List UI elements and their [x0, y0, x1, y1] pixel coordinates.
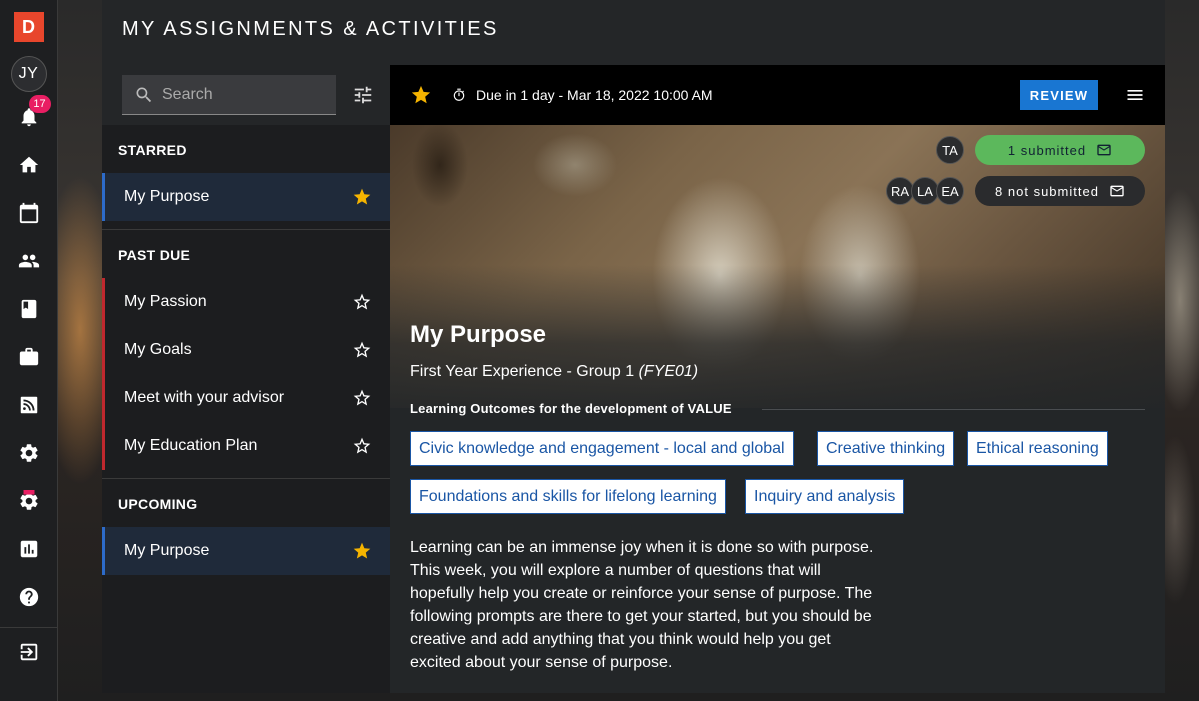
list-item-my-passion[interactable]: My Passion: [102, 278, 390, 326]
feed-button[interactable]: [0, 381, 58, 429]
assignment-list: STARRED My Purpose PAST DUE My Passion M…: [102, 65, 390, 693]
course-name: First Year Experience - Group 1 (FYE01): [410, 363, 698, 381]
search-row: [102, 65, 390, 125]
beta-settings-button[interactable]: [0, 477, 58, 525]
outcome-tag[interactable]: Ethical reasoning: [967, 431, 1108, 466]
notification-badge: 17: [28, 95, 51, 113]
calendar-icon: [19, 202, 38, 224]
star-outline-icon[interactable]: [352, 388, 372, 408]
not-submitted-label: 8 not submitted: [995, 183, 1099, 199]
assignment-description: Learning can be an immense joy when it i…: [410, 539, 874, 671]
star-filled-icon[interactable]: [352, 187, 372, 207]
not-submitted-avatar[interactable]: LA: [911, 177, 939, 205]
due-date: Due in 1 day - Mar 18, 2022 10:00 AM: [476, 87, 713, 103]
app-logo[interactable]: D: [13, 12, 44, 42]
review-button[interactable]: REVIEW: [1020, 80, 1098, 110]
home-button[interactable]: [0, 141, 58, 189]
help-icon: [19, 587, 38, 607]
search-input[interactable]: [162, 85, 322, 104]
beta-settings-icon: [19, 490, 38, 510]
mail-icon: [1097, 144, 1111, 156]
menu-button[interactable]: [1124, 85, 1146, 105]
outcome-tag[interactable]: Inquiry and analysis: [745, 479, 905, 514]
star-filled-icon[interactable]: [352, 541, 372, 561]
heading-divider: [762, 409, 1145, 410]
submitted-label: 1 submitted: [1007, 142, 1087, 158]
section-past-due-heading: PAST DUE: [118, 247, 191, 263]
search-icon: [136, 87, 152, 102]
submitted-avatar[interactable]: TA: [936, 136, 964, 164]
people-button[interactable]: [0, 237, 58, 285]
outcome-tag[interactable]: Creative thinking: [817, 431, 955, 466]
outcome-tag[interactable]: Foundations and skills for lifelong lear…: [410, 479, 726, 514]
chart-icon: [20, 540, 37, 558]
list-item-label: My Purpose: [124, 188, 210, 205]
not-submitted-avatar[interactable]: EA: [936, 177, 964, 205]
timer-icon: [452, 88, 466, 102]
detail-toolbar: Due in 1 day - Mar 18, 2022 10:00 AM REV…: [390, 65, 1165, 125]
help-button[interactable]: [0, 573, 58, 621]
star-outline-icon[interactable]: [352, 292, 372, 312]
portfolio-button[interactable]: [0, 333, 58, 381]
star-outline-icon[interactable]: [352, 340, 372, 360]
filter-button[interactable]: [352, 84, 376, 108]
logout-icon: [20, 643, 37, 661]
section-upcoming-heading: UPCOMING: [118, 496, 198, 512]
courses-button[interactable]: [0, 285, 58, 333]
logout-button[interactable]: [0, 628, 58, 676]
list-item-label: My Goals: [124, 341, 192, 358]
not-submitted-pill[interactable]: 8 not submitted: [975, 176, 1145, 206]
list-item-label: My Passion: [124, 293, 207, 310]
user-avatar[interactable]: JY: [10, 56, 47, 92]
reports-button[interactable]: [0, 525, 58, 573]
list-item-label: Meet with your advisor: [124, 389, 285, 406]
settings-icon: [19, 444, 38, 462]
filter-sliders-icon: [354, 86, 372, 104]
home-icon: [19, 156, 38, 173]
outcome-tag[interactable]: Civic knowledge and engagement - local a…: [410, 431, 794, 466]
list-item-label: My Education Plan: [124, 437, 258, 454]
search-field[interactable]: [122, 75, 336, 115]
calendar-button[interactable]: [0, 189, 58, 237]
list-item-my-goals[interactable]: My Goals: [102, 326, 390, 374]
mail-icon: [1110, 185, 1124, 197]
page-title: MY ASSIGNMENTS & ACTIVITIES: [122, 18, 499, 40]
book-icon: [21, 299, 36, 319]
list-item-upcoming-my-purpose[interactable]: My Purpose: [102, 527, 390, 575]
section-starred-heading: STARRED: [118, 142, 187, 158]
star-outline-icon[interactable]: [352, 436, 372, 456]
not-submitted-avatar[interactable]: RA: [886, 177, 914, 205]
main-panel: MY ASSIGNMENTS & ACTIVITIES STARRED My P…: [102, 0, 1165, 693]
feed-icon: [20, 396, 37, 414]
course-title: First Year Experience - Group 1: [410, 363, 635, 380]
list-item-label: My Purpose: [124, 542, 210, 559]
course-code: (FYE01): [638, 363, 699, 380]
people-icon: [18, 254, 39, 268]
briefcase-icon: [19, 347, 38, 366]
assignment-detail: Due in 1 day - Mar 18, 2022 10:00 AM REV…: [390, 65, 1165, 693]
settings-button[interactable]: [0, 429, 58, 477]
app-rail: D JY 17: [0, 0, 58, 701]
assignment-title: My Purpose: [410, 321, 547, 348]
star-filled-icon[interactable]: [410, 84, 432, 111]
list-item-meet-with-advisor[interactable]: Meet with your advisor: [102, 374, 390, 422]
hamburger-menu-icon: [1127, 90, 1143, 100]
list-item-my-education-plan[interactable]: My Education Plan: [102, 422, 390, 470]
list-item-starred-my-purpose[interactable]: My Purpose: [102, 173, 390, 221]
notifications-button[interactable]: 17: [0, 93, 58, 141]
learning-outcomes-heading: Learning Outcomes for the development of…: [410, 401, 732, 416]
submitted-pill[interactable]: 1 submitted: [975, 135, 1145, 165]
